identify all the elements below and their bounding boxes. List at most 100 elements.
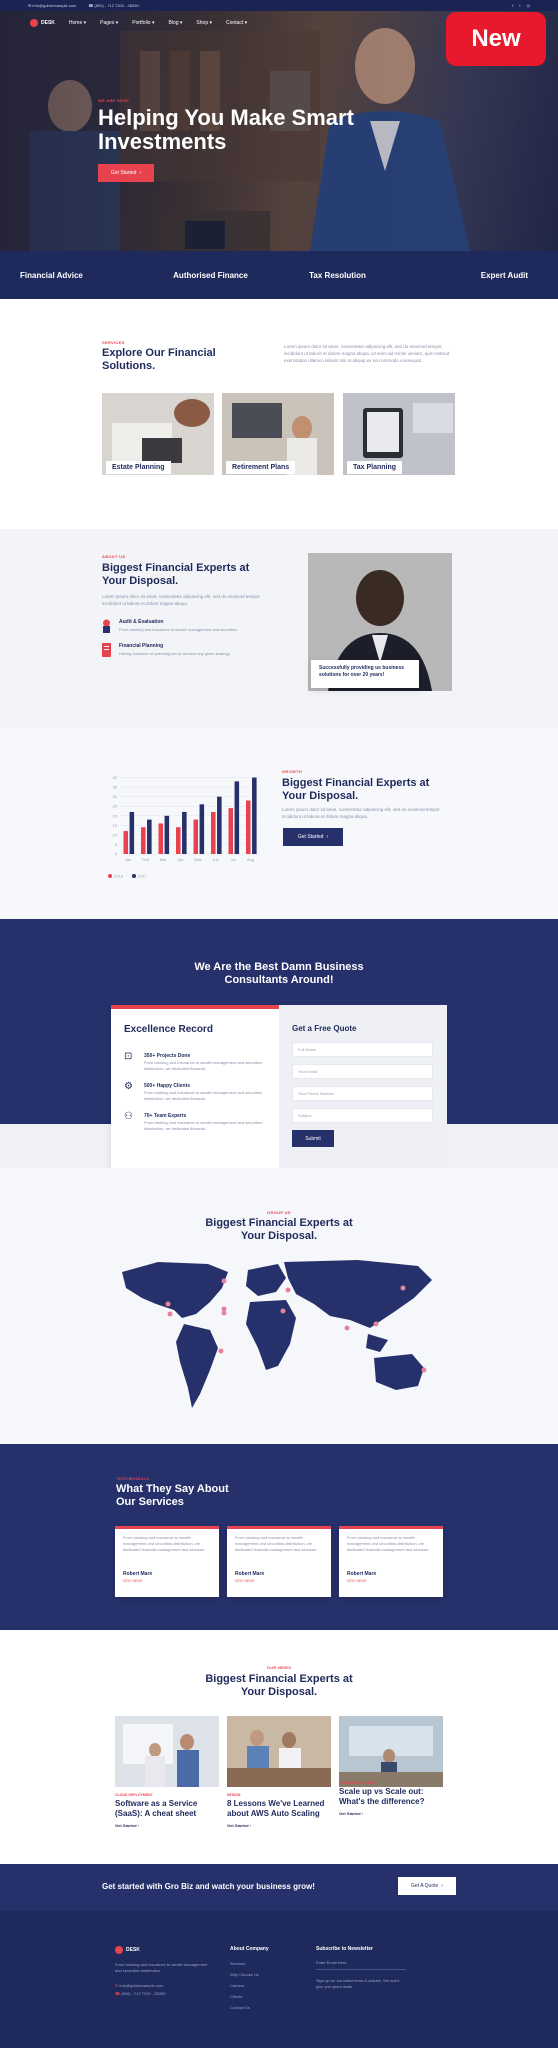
service-tax-resolution[interactable]: Tax Resolution	[274, 271, 401, 280]
experts-icon: ⚇	[124, 1111, 133, 1122]
footer-link-services[interactable]: Services	[230, 1958, 259, 1969]
blog-post-1-title[interactable]: Software as a Service (SaaS): A cheat sh…	[115, 1799, 219, 1819]
arrow-right-icon: ›	[139, 170, 142, 176]
nav-item-portfolio[interactable]: Portfolio ▾	[132, 20, 154, 26]
newsletter-email-input[interactable]: Enter Email Here	[316, 1960, 406, 1970]
nav-item-pages[interactable]: Pages ▾	[100, 20, 118, 26]
hero-title: Helping You Make Smart Investments	[98, 105, 354, 154]
x-tick-label: Jul	[230, 857, 235, 862]
submit-button[interactable]: Submit	[292, 1130, 334, 1147]
footer-logo[interactable]: DESK	[115, 1946, 140, 1954]
footer	[0, 1911, 558, 2048]
footer-link-contact[interactable]: Contact Us	[230, 2002, 259, 2013]
footer-email[interactable]: ✉ info@gobizexample.com	[115, 1983, 163, 1988]
y-tick-label: 25	[113, 804, 118, 809]
record-clients-text: From banking and insurance to wealth man…	[144, 1090, 263, 1101]
bar-2016-Aug	[246, 800, 251, 854]
solutions-kicker: SERVICES	[102, 340, 125, 345]
full-name-input[interactable]: Full Name	[292, 1042, 433, 1057]
record-experts-text: From banking and insurance to wealth man…	[144, 1120, 263, 1131]
get-quote-button[interactable]: Get A Quote ›	[398, 1877, 456, 1895]
subject-input[interactable]: Subject	[292, 1108, 433, 1123]
testimonial-3-role: CEO, DESK	[347, 1579, 367, 1583]
growth-chart: 0 5 10 15 20 25 30 35 40 Jan Feb Mar Apr May Jun Jul Aug…	[108, 775, 260, 879]
footer-logo-text: DESK	[126, 1947, 140, 1953]
bar-2016-Mar	[158, 823, 164, 854]
testimonial-3-quote: From banking and insurance to wealth man…	[347, 1535, 430, 1552]
card-label-retirement: Retirement Plans	[226, 461, 296, 474]
nav-item-shop[interactable]: Shop ▾	[196, 20, 212, 26]
blog-kicker: OUR NEWS	[266, 1665, 292, 1670]
bar-2016-Feb	[141, 827, 146, 854]
bar-2017-May	[199, 804, 205, 854]
testimonial-3-name: Robert Marx	[347, 1571, 377, 1577]
blog-post-3-title[interactable]: Scale up vs Scale out: What's the differ…	[339, 1787, 443, 1807]
blog-post-1-link[interactable]: Get Started ›	[115, 1823, 139, 1828]
phone-input[interactable]: Your Phone Number	[292, 1086, 433, 1101]
blog-post-2-link[interactable]: Get Started ›	[227, 1823, 251, 1828]
about-text: Lorem ipsum dolor sit amet, consectetur …	[102, 594, 260, 606]
testimonial-1-role: CEO, DESK	[123, 1579, 143, 1583]
hero-kicker: WE ARE DESK	[98, 98, 130, 103]
x-tick-label: Feb	[142, 857, 150, 862]
clients-icon: ⚙	[124, 1081, 133, 1092]
testimonial-2-quote: From banking and insurance to wealth man…	[235, 1535, 318, 1552]
testimonials-kicker: TESTIMONIALS	[116, 1476, 150, 1481]
feature-audit-text: From banking and insurance to wealth man…	[119, 627, 239, 632]
email-text: info@gobizexample.com	[32, 3, 77, 8]
growth-section	[0, 729, 558, 919]
facebook-icon[interactable]: f	[512, 3, 513, 8]
footer-phone[interactable]: ☎ (800) - 712 7200 - 38390	[115, 1991, 165, 1996]
blog-post-2-title[interactable]: 8 Lessons We've Learned about AWS Auto S…	[227, 1799, 331, 1819]
record-clients-title: 500+ Happy Clients	[144, 1083, 190, 1089]
blog-post-3-image[interactable]	[339, 1716, 443, 1787]
footer-link-why[interactable]: Why Choose Us	[230, 1969, 259, 1980]
arrow-right-icon: ›	[326, 834, 329, 840]
logo-icon	[115, 1946, 123, 1954]
footer-link-careers[interactable]: Careers	[230, 1980, 259, 1991]
growth-text: Lorem ipsum dolor sit amet, consectetur …	[282, 807, 440, 819]
services-bar: Financial Advice Authorised Finance Tax …	[0, 251, 558, 299]
phone-icon: ☎	[115, 1991, 120, 1996]
arrow-right-icon: ›	[441, 1883, 443, 1889]
nav-item-contact[interactable]: Contact ▾	[226, 20, 247, 26]
blog-post-1-image[interactable]	[115, 1716, 219, 1787]
bar-2016-Jun	[211, 811, 216, 854]
solutions-title: Explore Our Financial Solutions.	[102, 347, 216, 372]
email-info[interactable]: ✉ info@gobizexample.com	[28, 3, 76, 8]
blog-title: Biggest Financial Experts at Your Dispos…	[205, 1673, 353, 1698]
service-expert-audit[interactable]: Expert Audit	[401, 271, 558, 280]
x-tick-label: Jun	[212, 857, 218, 862]
testimonial-2-role: CEO, DESK	[235, 1579, 255, 1583]
hero-cta-button[interactable]: Get Started ›	[98, 164, 154, 182]
nav-item-home[interactable]: Home ▾	[69, 20, 86, 26]
card-label-estate: Estate Planning	[106, 461, 171, 474]
service-financial-advice[interactable]: Financial Advice	[0, 271, 147, 280]
y-tick-label: 35	[113, 785, 118, 790]
bar-2016-Apr	[176, 827, 181, 854]
blog-post-3-link[interactable]: Get Started ›	[339, 1811, 363, 1816]
audit-icon	[102, 619, 111, 633]
feature-planning-text: Having solutions on planning set to conn…	[119, 651, 231, 656]
phone-info[interactable]: ☎ (800) - 712 7200 - 38390	[88, 3, 138, 8]
service-authorised-finance[interactable]: Authorised Finance	[147, 271, 274, 280]
about-quote-card: Successfully providing us business solut…	[311, 660, 419, 688]
footer-about-text: From banking and insurance to wealth man…	[115, 1962, 208, 1973]
footer-link-clients[interactable]: Clients	[230, 1991, 259, 2002]
map-kicker: GROUP US	[267, 1210, 291, 1215]
footer-newsletter-title: Subscribe to Newsletter	[316, 1946, 373, 1952]
mail-icon: ✉	[115, 1983, 119, 1988]
new-badge: New	[446, 12, 546, 66]
twitter-icon[interactable]: t	[519, 3, 520, 8]
nav-item-blog[interactable]: Blog ▾	[169, 20, 183, 26]
instagram-icon[interactable]: ◎	[527, 3, 531, 8]
blog-post-2-image[interactable]	[227, 1716, 331, 1787]
world-map	[122, 1260, 432, 1408]
footer-company-title: About Company	[230, 1946, 269, 1952]
record-projects-text: From banking and insurance to wealth man…	[144, 1060, 263, 1071]
growth-cta-button[interactable]: Get Started ›	[283, 828, 343, 846]
logo[interactable]: DESK	[30, 19, 55, 27]
blog-post-1-category: CLOUD DEPLOYMENT	[115, 1793, 153, 1797]
email-input[interactable]: Your Email	[292, 1064, 433, 1079]
feature-planning-title: Financial Planning	[119, 643, 164, 649]
